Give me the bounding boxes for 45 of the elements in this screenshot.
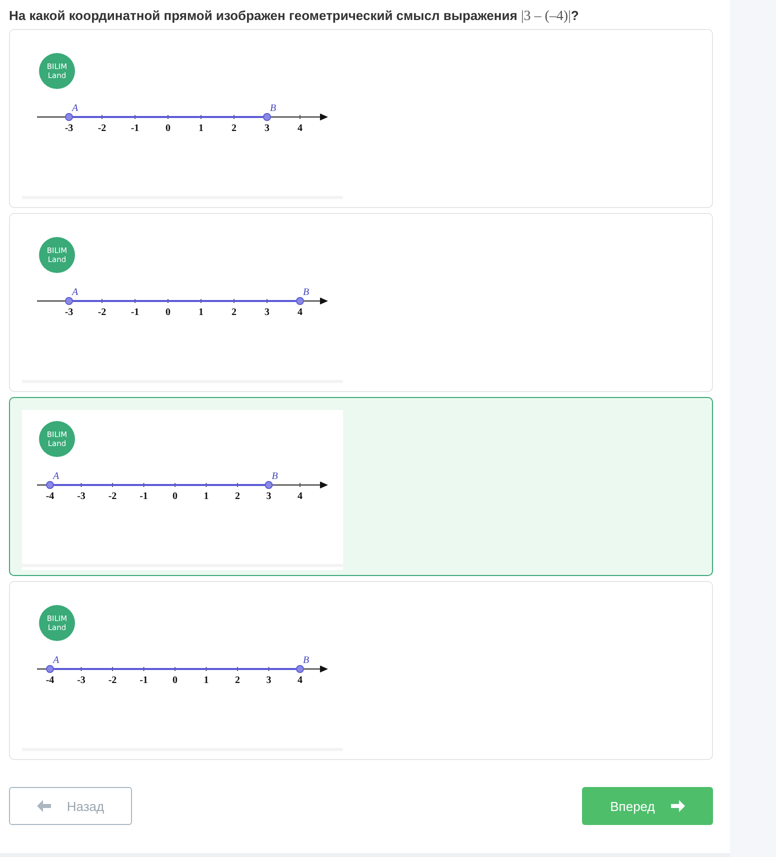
arrow-right-icon [670,800,685,812]
tick-label: 0 [166,123,170,134]
tick-label: 3 [264,307,270,318]
tick-label: -1 [140,675,148,686]
tick-label: 4 [298,675,302,686]
tick-label: 2 [232,123,236,134]
tick-label: 0 [166,307,170,318]
tick-label: 1 [198,123,204,134]
tick-label: -4 [46,491,54,502]
tick-label: 4 [298,491,302,502]
point-label: A [72,287,78,298]
tick-label: 1 [204,491,209,502]
point-label: A [72,103,78,114]
tick-label: 4 [298,123,302,134]
tick-label: 2 [235,675,240,686]
tick-label: -1 [130,123,140,134]
tick-label: -1 [140,491,148,502]
point-label: B [272,471,278,482]
tick-label: 4 [298,307,302,318]
point-label: A [52,471,60,482]
question-text: На какой координатной прямой изображен геометрический смысл выражения |3 – (–4)|? [9,8,580,26]
point-label: A [52,655,60,666]
tick-label: 3 [266,491,272,502]
tick-label: 3 [264,123,270,134]
tick-label: -2 [98,307,106,318]
tick-label: 2 [235,491,240,502]
point-label: B [270,103,276,114]
tick-label: -3 [64,123,74,134]
tick-label: -2 [108,491,117,502]
tick-label: -3 [77,675,86,686]
tick-label: 1 [198,307,204,318]
tick-label: -2 [98,123,106,134]
tick-label: 3 [266,675,272,686]
tick-label: 0 [172,675,178,686]
point-label: B [302,655,310,666]
tick-label: 2 [232,307,236,318]
tick-label: -3 [77,491,86,502]
tick-label: -1 [130,307,140,318]
point-label: B [302,287,310,298]
arrow-left-icon [36,800,51,812]
tick-label: -3 [64,307,74,318]
tick-label: 1 [204,675,209,686]
tick-label: 0 [172,491,178,502]
tick-label: -2 [108,675,117,686]
tick-label: -4 [46,675,54,686]
